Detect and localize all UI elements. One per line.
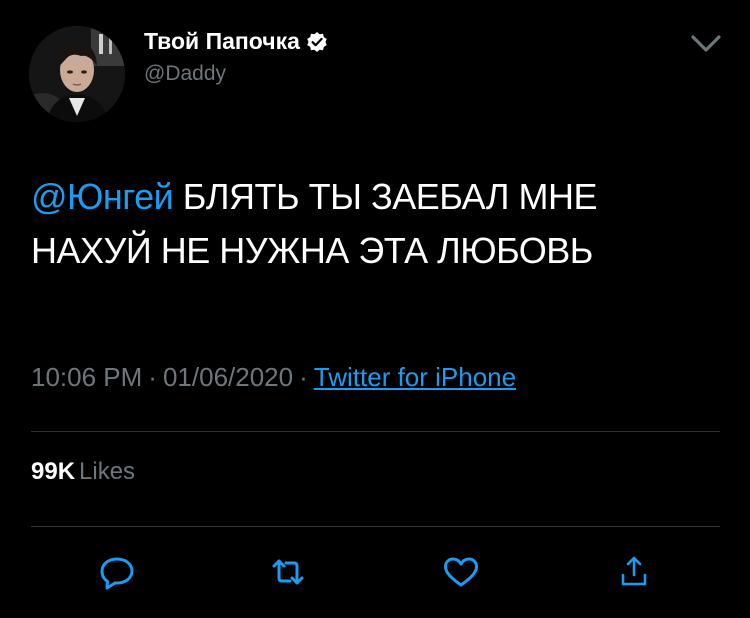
tweet-source-link[interactable]: Twitter for iPhone: [314, 362, 516, 392]
tweet-text: @Юнгей БЛЯТЬ ТЫ ЗАЕБАЛ МНЕ НАХУЙ НЕ НУЖН…: [31, 170, 671, 278]
likes-label: Likes: [79, 458, 136, 485]
meta-separator: ·: [148, 362, 157, 392]
likes-count: 99K: [31, 458, 76, 485]
chevron-down-icon[interactable]: [688, 30, 724, 56]
avatar[interactable]: [29, 26, 125, 122]
divider: [31, 431, 720, 432]
divider: [31, 526, 720, 527]
reply-icon[interactable]: [97, 553, 137, 591]
retweet-icon[interactable]: [268, 553, 308, 591]
mention-link[interactable]: @Юнгей: [31, 176, 174, 217]
author-handle[interactable]: @Daddy: [144, 62, 226, 86]
tweet-meta: 10:06 PM · 01/06/2020 · Twitter for iPhone: [31, 362, 516, 393]
heart-icon[interactable]: [441, 553, 481, 591]
verified-badge-icon: [306, 31, 328, 53]
meta-separator: ·: [299, 362, 308, 392]
display-name-text: Твой Папочка: [144, 28, 300, 54]
tweet-date[interactable]: 01/06/2020: [163, 362, 293, 392]
likes-stat[interactable]: 99K Likes: [31, 458, 135, 486]
tweet-time[interactable]: 10:06 PM: [31, 362, 142, 392]
author-display-name[interactable]: Твой Папочка: [144, 28, 328, 55]
share-icon[interactable]: [614, 553, 654, 591]
